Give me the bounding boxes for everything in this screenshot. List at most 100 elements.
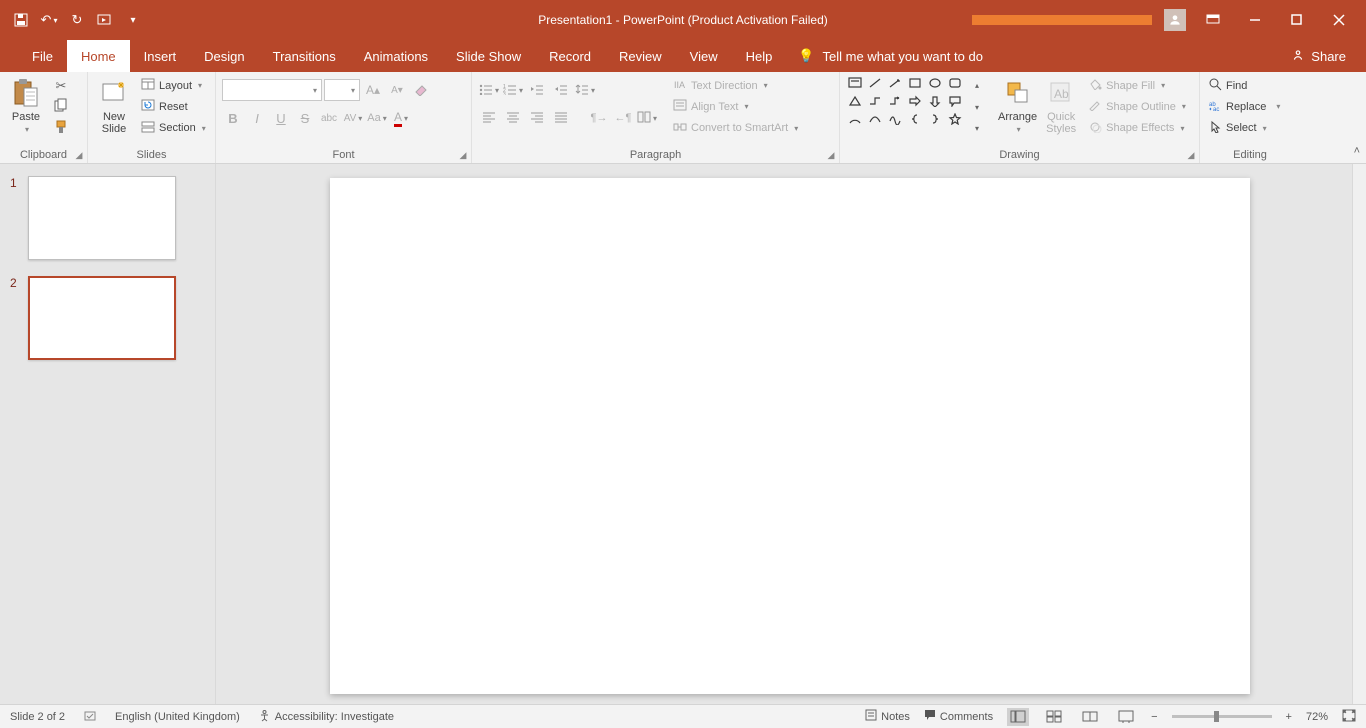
slide-sorter-view-button[interactable] bbox=[1043, 708, 1065, 726]
shape-callout-icon[interactable] bbox=[946, 93, 964, 109]
thumb-preview[interactable] bbox=[28, 176, 176, 260]
tab-home[interactable]: Home bbox=[67, 40, 130, 72]
decrease-indent-button[interactable] bbox=[526, 79, 548, 101]
shape-fill-button[interactable]: Shape Fill▾ bbox=[1085, 76, 1189, 96]
tab-animations[interactable]: Animations bbox=[350, 40, 442, 72]
tab-help[interactable]: Help bbox=[732, 40, 787, 72]
columns-button[interactable]: ▾ bbox=[636, 107, 658, 129]
increase-font-button[interactable]: A▴ bbox=[362, 79, 384, 101]
format-painter-button[interactable] bbox=[50, 118, 72, 139]
redo-icon[interactable]: ↻ bbox=[68, 11, 86, 29]
char-spacing-button[interactable]: AV▾ bbox=[342, 107, 364, 129]
font-launcher-icon[interactable]: ◢ bbox=[457, 149, 469, 161]
shape-freeform-icon[interactable] bbox=[886, 111, 904, 127]
increase-indent-button[interactable] bbox=[550, 79, 572, 101]
tab-file[interactable]: File bbox=[18, 40, 67, 72]
zoom-slider-thumb[interactable] bbox=[1214, 711, 1219, 722]
vertical-scrollbar[interactable] bbox=[1352, 164, 1366, 704]
start-from-beginning-icon[interactable] bbox=[96, 11, 114, 29]
shape-line-icon[interactable] bbox=[866, 75, 884, 91]
section-button[interactable]: Section▾ bbox=[138, 118, 209, 138]
quick-styles-button[interactable]: Ab Quick Styles bbox=[1041, 75, 1081, 137]
change-case-button[interactable]: Aa▾ bbox=[366, 107, 388, 129]
shape-right-arrow-icon[interactable] bbox=[906, 93, 924, 109]
rtl-button[interactable]: ←¶ bbox=[612, 107, 634, 129]
ltr-button[interactable]: ¶→ bbox=[588, 107, 610, 129]
slide-thumbnails-panel[interactable]: 1 2 bbox=[0, 164, 216, 704]
copy-button[interactable] bbox=[50, 96, 72, 117]
arrange-button[interactable]: Arrange▾ bbox=[994, 75, 1041, 136]
shape-textbox-icon[interactable] bbox=[846, 75, 864, 91]
paragraph-launcher-icon[interactable]: ◢ bbox=[825, 149, 837, 161]
align-text-button[interactable]: Align Text▾ bbox=[670, 97, 801, 117]
reset-button[interactable]: Reset bbox=[138, 97, 209, 117]
shape-star-icon[interactable] bbox=[946, 111, 964, 127]
qat-customize-icon[interactable]: ▾ bbox=[124, 11, 142, 29]
shape-right-brace-icon[interactable] bbox=[926, 111, 944, 127]
text-direction-button[interactable]: IIAText Direction▾ bbox=[670, 76, 801, 96]
tab-review[interactable]: Review bbox=[605, 40, 676, 72]
tab-transitions[interactable]: Transitions bbox=[259, 40, 350, 72]
zoom-in-button[interactable]: + bbox=[1286, 711, 1292, 723]
shape-effects-button[interactable]: Shape Effects▾ bbox=[1085, 118, 1189, 138]
zoom-level[interactable]: 72% bbox=[1306, 711, 1328, 723]
font-color-button[interactable]: A▾ bbox=[390, 107, 412, 129]
shape-arrow-line-icon[interactable] bbox=[886, 75, 904, 91]
shape-outline-button[interactable]: Shape Outline▾ bbox=[1085, 97, 1189, 117]
convert-smartart-button[interactable]: Convert to SmartArt▾ bbox=[670, 118, 801, 138]
close-button[interactable] bbox=[1324, 5, 1354, 35]
reading-view-button[interactable] bbox=[1079, 708, 1101, 726]
shapes-scroll-up[interactable]: ▴ bbox=[966, 75, 988, 96]
collapse-ribbon-icon[interactable]: ˄ bbox=[1354, 145, 1360, 157]
strikethrough-button[interactable]: S bbox=[294, 107, 316, 129]
user-avatar[interactable] bbox=[1164, 9, 1186, 31]
shape-triangle-icon[interactable] bbox=[846, 93, 864, 109]
shape-rounded-rect-icon[interactable] bbox=[946, 75, 964, 91]
select-button[interactable]: Select▾ bbox=[1206, 118, 1283, 138]
clear-formatting-button[interactable] bbox=[410, 79, 432, 101]
slide-canvas[interactable] bbox=[330, 178, 1250, 694]
tab-insert[interactable]: Insert bbox=[130, 40, 191, 72]
align-center-button[interactable] bbox=[502, 107, 524, 129]
new-slide-button[interactable]: New Slide bbox=[94, 75, 134, 137]
slideshow-view-button[interactable] bbox=[1115, 708, 1137, 726]
replace-button[interactable]: abacReplace▾ bbox=[1206, 97, 1283, 117]
share-button[interactable]: Share bbox=[1291, 40, 1366, 72]
bold-button[interactable]: B bbox=[222, 107, 244, 129]
normal-view-button[interactable] bbox=[1007, 708, 1029, 726]
justify-button[interactable] bbox=[550, 107, 572, 129]
find-button[interactable]: Find bbox=[1206, 76, 1283, 96]
decrease-font-button[interactable]: A▾ bbox=[386, 79, 408, 101]
minimize-button[interactable] bbox=[1240, 5, 1270, 35]
drawing-launcher-icon[interactable]: ◢ bbox=[1185, 149, 1197, 161]
tab-slideshow[interactable]: Slide Show bbox=[442, 40, 535, 72]
notes-button[interactable]: Notes bbox=[865, 709, 910, 724]
thumbnail-2[interactable]: 2 bbox=[10, 276, 205, 360]
thumbnail-1[interactable]: 1 bbox=[10, 176, 205, 260]
tab-view[interactable]: View bbox=[676, 40, 732, 72]
shapes-scroll-down[interactable]: ▾ bbox=[966, 97, 988, 118]
font-size-combo[interactable]: ▾ bbox=[324, 79, 360, 101]
shape-elbow-connector-icon[interactable] bbox=[866, 93, 884, 109]
italic-button[interactable]: I bbox=[246, 107, 268, 129]
language-indicator[interactable]: English (United Kingdom) bbox=[115, 711, 240, 723]
tab-record[interactable]: Record bbox=[535, 40, 605, 72]
shapes-more-button[interactable]: ▾ bbox=[966, 118, 988, 139]
maximize-button[interactable] bbox=[1282, 5, 1312, 35]
numbering-button[interactable]: 123▾ bbox=[502, 79, 524, 101]
align-right-button[interactable] bbox=[526, 107, 548, 129]
shape-curve-icon[interactable] bbox=[866, 111, 884, 127]
underline-button[interactable]: U bbox=[270, 107, 292, 129]
comments-button[interactable]: Comments bbox=[924, 709, 993, 724]
shape-rectangle-icon[interactable] bbox=[906, 75, 924, 91]
line-spacing-button[interactable]: ▾ bbox=[574, 79, 596, 101]
shape-arc-icon[interactable] bbox=[846, 111, 864, 127]
paste-button[interactable]: Paste ▾ bbox=[6, 75, 46, 136]
save-icon[interactable] bbox=[12, 11, 30, 29]
tab-design[interactable]: Design bbox=[190, 40, 258, 72]
undo-icon[interactable]: ↶▾ bbox=[40, 11, 58, 29]
fit-to-window-button[interactable] bbox=[1342, 709, 1356, 725]
zoom-slider[interactable] bbox=[1172, 715, 1272, 718]
font-name-combo[interactable]: ▾ bbox=[222, 79, 322, 101]
text-shadow-button[interactable]: abc bbox=[318, 107, 340, 129]
